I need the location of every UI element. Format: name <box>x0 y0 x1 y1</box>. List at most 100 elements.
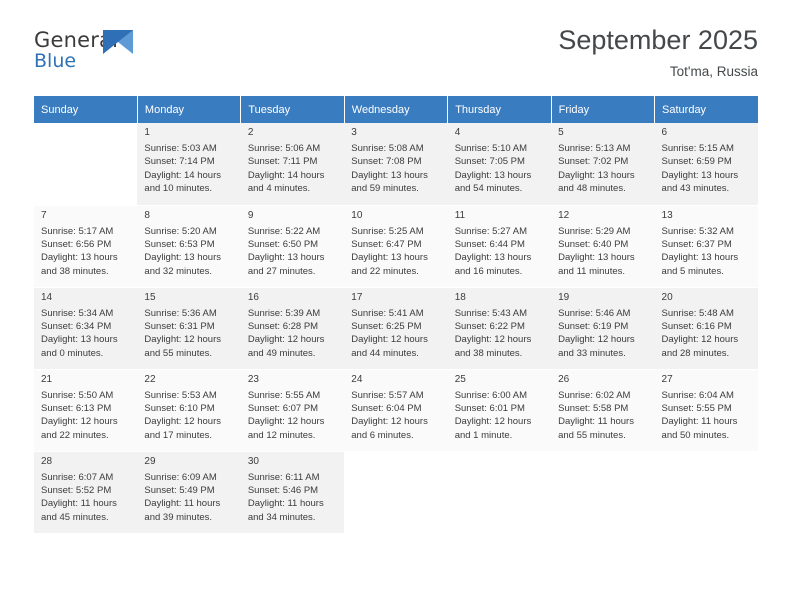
calendar-week-row: 7 Sunrise: 5:17 AM Sunset: 6:56 PM Daylight… <box>34 205 758 288</box>
daylight-text: Daylight: 13 hours <box>454 169 532 181</box>
sunset-text: Sunset: 6:59 PM <box>661 156 732 168</box>
sunrise-text: Sunrise: 5:20 AM <box>144 225 217 237</box>
page-title: September 2025 <box>558 25 758 55</box>
weekday-header-thursday: Thursday <box>447 96 552 123</box>
daylight-text: and 44 minutes. <box>351 347 419 359</box>
page-header: General Blue September 2025 Tot'ma, Russ… <box>34 0 758 96</box>
day-number: 6 <box>661 127 668 138</box>
brand-logo[interactable]: General Blue <box>34 30 214 80</box>
daylight-text: and 38 minutes. <box>41 265 109 277</box>
sunset-text: Sunset: 7:11 PM <box>247 156 318 168</box>
calendar-week-row: 21 Sunrise: 5:50 AM Sunset: 6:13 PM Dayligh… <box>34 369 758 452</box>
daylight-text: Daylight: 12 hours <box>247 416 325 428</box>
calendar-day-cell[interactable]: 18 Sunrise: 5:43 AM Sunset: 6:22 PM Dayligh… <box>447 287 552 370</box>
sunset-text: Sunset: 5:55 PM <box>661 402 732 414</box>
calendar-day-cell[interactable]: 19 Sunrise: 5:46 AM Sunset: 6:19 PM Dayligh… <box>551 287 655 370</box>
calendar-day-cell[interactable]: 15 Sunrise: 5:36 AM Sunset: 6:31 PM Dayligh… <box>137 287 241 370</box>
sunrise-text: Sunrise: 5:29 AM <box>558 225 631 237</box>
page-subtitle: Tot'ma, Russia <box>669 64 758 79</box>
sunrise-text: Sunrise: 5:55 AM <box>247 389 321 401</box>
calendar-day-cell[interactable]: 17 Sunrise: 5:41 AM Sunset: 6:25 PM Dayligh… <box>344 287 448 370</box>
day-number: 20 <box>661 291 673 303</box>
calendar-day-cell[interactable]: 26 Sunrise: 6:02 AM Sunset: 5:58 PM Dayligh… <box>551 369 655 452</box>
daylight-text: and 6 minutes. <box>351 429 414 441</box>
sunset-text: Sunset: 6:56 PM <box>41 238 112 250</box>
sunrise-text: Sunrise: 5:22 AM <box>247 225 321 237</box>
calendar-day-cell[interactable]: 3 Sunrise: 5:08 AM Sunset: 7:08 PM Daylight… <box>344 123 448 206</box>
calendar-day-cell[interactable]: 14 Sunrise: 5:34 AM Sunset: 6:34 PM Dayligh… <box>34 287 138 370</box>
calendar-day-cell[interactable]: 5 Sunrise: 5:13 AM Sunset: 7:02 PM Daylight… <box>551 123 655 206</box>
calendar-day-cell[interactable]: 2 Sunrise: 5:06 AM Sunset: 7:11 PM Daylight… <box>240 123 345 206</box>
calendar-day-cell[interactable]: 30 Sunrise: 6:11 AM Sunset: 5:46 PM Dayligh… <box>240 451 345 534</box>
calendar-day-cell[interactable]: 23 Sunrise: 5:55 AM Sunset: 6:07 PM Dayligh… <box>240 369 345 452</box>
sunset-text: Sunset: 7:08 PM <box>351 156 422 168</box>
sunset-text: Sunset: 5:46 PM <box>247 484 319 496</box>
calendar-day-cell[interactable]: 21 Sunrise: 5:50 AM Sunset: 6:13 PM Dayligh… <box>34 369 138 452</box>
sunrise-text: Sunrise: 5:57 AM <box>351 389 424 401</box>
day-number: 1 <box>144 127 150 138</box>
day-number: 7 <box>41 209 47 221</box>
daylight-text: Daylight: 11 hours <box>144 498 221 510</box>
day-number: 13 <box>661 209 673 221</box>
weekday-header-wednesday: Wednesday <box>344 96 449 123</box>
calendar-day-cell[interactable]: 1 Sunrise: 5:03 AM Sunset: 7:14 PM Daylight… <box>137 123 241 206</box>
sunset-text: Sunset: 6:44 PM <box>454 238 525 250</box>
calendar-day-cell[interactable]: 10 Sunrise: 5:25 AM Sunset: 6:47 PM Dayligh… <box>344 205 448 288</box>
calendar-week-row: 14 Sunrise: 5:34 AM Sunset: 6:34 PM Dayligh… <box>34 287 758 370</box>
sunrise-text: Sunrise: 6:02 AM <box>558 389 631 401</box>
daylight-text: Daylight: 13 hours <box>558 169 635 181</box>
sunrise-text: Sunrise: 5:48 AM <box>661 307 734 319</box>
day-number: 11 <box>454 209 466 221</box>
sunrise-text: Sunrise: 5:25 AM <box>351 225 424 237</box>
calendar-day-cell[interactable]: 29 Sunrise: 6:09 AM Sunset: 5:49 PM Dayligh… <box>137 451 241 534</box>
sunrise-text: Sunrise: 6:00 AM <box>454 389 528 401</box>
daylight-text: Daylight: 12 hours <box>144 334 221 346</box>
calendar-day-cell[interactable]: 13 Sunrise: 5:32 AM Sunset: 6:37 PM Dayligh… <box>654 205 758 288</box>
sunset-text: Sunset: 5:58 PM <box>558 402 629 414</box>
daylight-text: and 34 minutes. <box>247 511 316 523</box>
daylight-text: Daylight: 12 hours <box>351 334 428 346</box>
daylight-text: Daylight: 12 hours <box>247 334 325 346</box>
calendar-day-cell[interactable]: 16 Sunrise: 5:39 AM Sunset: 6:28 PM Dayligh… <box>240 287 345 370</box>
calendar-day-cell[interactable]: 24 Sunrise: 5:57 AM Sunset: 6:04 PM Dayligh… <box>344 369 448 452</box>
sunrise-text: Sunrise: 5:10 AM <box>454 143 528 154</box>
daylight-text: Daylight: 13 hours <box>41 334 118 346</box>
calendar-day-cell[interactable]: 12 Sunrise: 5:29 AM Sunset: 6:40 PM Dayligh… <box>551 205 655 288</box>
day-number: 23 <box>247 373 259 385</box>
sunrise-text: Sunrise: 5:53 AM <box>144 389 217 401</box>
sunset-text: Sunset: 7:02 PM <box>558 156 629 168</box>
calendar-day-cell[interactable]: 28 Sunrise: 6:07 AM Sunset: 5:52 PM Dayligh… <box>34 451 138 534</box>
calendar-day-cell[interactable]: 6 Sunrise: 5:15 AM Sunset: 6:59 PM Daylight… <box>654 123 758 206</box>
calendar-day-cell[interactable]: 27 Sunrise: 6:04 AM Sunset: 5:55 PM Dayligh… <box>654 369 758 452</box>
daylight-text: and 48 minutes. <box>558 183 626 195</box>
sunrise-text: Sunrise: 5:34 AM <box>41 307 114 319</box>
sunset-text: Sunset: 6:53 PM <box>144 238 215 250</box>
weekday-header-friday: Friday <box>551 96 656 123</box>
daylight-text: and 4 minutes. <box>247 183 311 195</box>
weekday-header-row: Sunday Monday Tuesday Wednesday Thursday… <box>34 96 758 123</box>
day-number: 22 <box>144 373 156 385</box>
calendar-day-cell[interactable]: 8 Sunrise: 5:20 AM Sunset: 6:53 PM Daylight… <box>137 205 241 288</box>
daylight-text: and 43 minutes. <box>661 183 730 195</box>
sunrise-text: Sunrise: 5:41 AM <box>351 307 424 319</box>
sunset-text: Sunset: 7:14 PM <box>144 156 215 168</box>
calendar-day-cell[interactable]: 11 Sunrise: 5:27 AM Sunset: 6:44 PM Dayligh… <box>447 205 552 288</box>
weekday-header-tuesday: Tuesday <box>240 96 345 123</box>
sunset-text: Sunset: 6:50 PM <box>247 238 319 250</box>
daylight-text: Daylight: 13 hours <box>661 169 739 181</box>
calendar-day-cell[interactable]: 22 Sunrise: 5:53 AM Sunset: 6:10 PM Dayligh… <box>137 369 241 452</box>
sunset-text: Sunset: 6:47 PM <box>351 238 422 250</box>
calendar-day-cell[interactable]: 7 Sunrise: 5:17 AM Sunset: 6:56 PM Daylight… <box>34 205 138 288</box>
day-number: 8 <box>144 209 150 221</box>
day-number: 3 <box>351 127 357 138</box>
daylight-text: and 22 minutes. <box>41 429 109 441</box>
daylight-text: and 5 minutes. <box>661 265 724 277</box>
calendar-day-cell[interactable]: 4 Sunrise: 5:10 AM Sunset: 7:05 PM Daylight… <box>447 123 552 206</box>
calendar-day-cell[interactable]: 9 Sunrise: 5:22 AM Sunset: 6:50 PM Daylight… <box>240 205 345 288</box>
daylight-text: and 17 minutes. <box>144 429 213 441</box>
calendar-day-cell[interactable]: 20 Sunrise: 5:48 AM Sunset: 6:16 PM Dayligh… <box>654 287 758 370</box>
daylight-text: and 55 minutes. <box>558 429 626 441</box>
sunrise-text: Sunrise: 6:07 AM <box>41 471 114 483</box>
calendar-day-cell[interactable]: 25 Sunrise: 6:00 AM Sunset: 6:01 PM Dayligh… <box>447 369 552 452</box>
sunset-text: Sunset: 6:28 PM <box>247 320 319 332</box>
